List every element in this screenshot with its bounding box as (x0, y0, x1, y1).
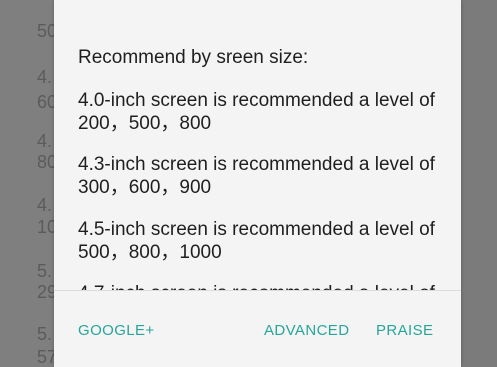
praise-button[interactable]: PRAISE (376, 322, 433, 339)
background-text: 4. (37, 195, 53, 215)
recommendation-text: 4.3-inch screen is recommended a level o… (78, 154, 435, 175)
recommendation-item: 4.7-inch screen is recommended a level o… (78, 282, 448, 290)
dialog-title: Recommend by sreen size: (78, 47, 309, 68)
recommendation-item: 4.3-inch screen is recommended a level o… (78, 153, 448, 199)
background-text: 5. (37, 324, 53, 344)
background-scrim-right (461, 0, 497, 367)
recommend-dialog: Recommend by sreen size: 4.0-inch screen… (54, 0, 461, 367)
google-plus-button[interactable]: GOOGLE+ (78, 322, 155, 339)
recommendation-item: 4.0-inch screen is recommended a level o… (78, 89, 448, 135)
recommendation-levels: 300，600，900 (78, 177, 212, 198)
background-text: 4. (37, 67, 53, 87)
recommendation-text: 4.0-inch screen is recommended a level o… (78, 90, 435, 111)
background-text: 4. (37, 131, 53, 151)
recommendation-levels: 200，500，800 (78, 113, 212, 134)
advanced-button[interactable]: ADVANCED (264, 322, 349, 339)
recommendation-levels: 500，800，1000 (78, 242, 222, 263)
recommendation-text: 4.7-inch screen is recommended a level o… (78, 282, 448, 290)
recommendation-text: 4.5-inch screen is recommended a level o… (78, 219, 435, 240)
dialog-divider (54, 290, 461, 291)
background-list-edge (0, 0, 54, 367)
dialog-content[interactable]: Recommend by sreen size: 4.0-inch screen… (54, 0, 461, 290)
background-text: 5. (37, 261, 53, 281)
recommendation-item: 4.5-inch screen is recommended a level o… (78, 218, 448, 264)
